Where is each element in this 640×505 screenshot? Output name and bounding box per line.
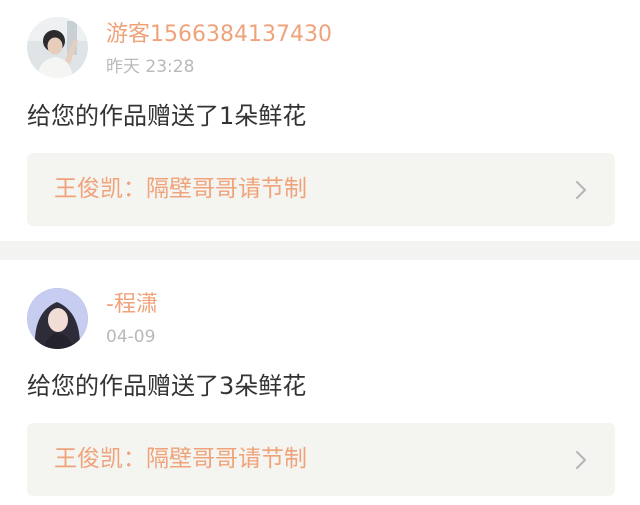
- gift-message: 给您的作品赠送了1朵鲜花: [27, 102, 307, 130]
- username[interactable]: -程潇: [106, 291, 158, 319]
- work-link-card[interactable]: 王俊凯：隔壁哥哥请节制: [27, 423, 615, 496]
- chevron-right-icon: [571, 179, 591, 201]
- work-link-card[interactable]: 王俊凯：隔壁哥哥请节制: [27, 153, 615, 226]
- gift-message: 给您的作品赠送了3朵鲜花: [27, 372, 307, 400]
- work-title: 王俊凯：隔壁哥哥请节制: [54, 176, 307, 202]
- avatar[interactable]: [27, 17, 88, 78]
- work-title: 王俊凯：隔壁哥哥请节制: [54, 446, 307, 472]
- chevron-right-icon: [571, 449, 591, 471]
- avatar[interactable]: [27, 288, 88, 349]
- username[interactable]: 游客1566384137430: [106, 21, 332, 49]
- timestamp: 04-09: [106, 327, 156, 347]
- section-divider: [0, 241, 640, 260]
- notification-item: -程潇 04-09 给您的作品赠送了3朵鲜花 王俊凯：隔壁哥哥请节制: [0, 260, 640, 505]
- girl-portrait-avatar-icon: [27, 288, 88, 349]
- gift-notification-feed: 游客1566384137430 昨天 23:28 给您的作品赠送了1朵鲜花 王俊…: [0, 0, 640, 505]
- timestamp: 昨天 23:28: [106, 57, 195, 77]
- notification-item: 游客1566384137430 昨天 23:28 给您的作品赠送了1朵鲜花 王俊…: [0, 0, 640, 241]
- boy-portrait-avatar-icon: [27, 17, 88, 78]
